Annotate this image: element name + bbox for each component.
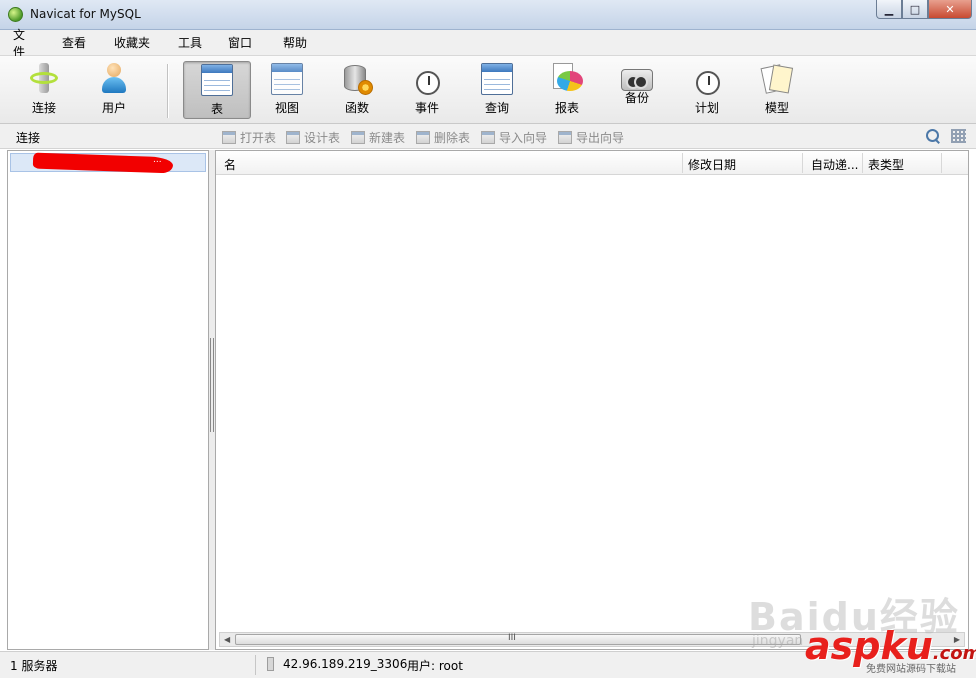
event-icon	[411, 63, 443, 95]
user-button[interactable]: 用户	[80, 61, 148, 119]
function-button[interactable]: 函数	[323, 61, 391, 119]
column-divider[interactable]	[862, 153, 863, 173]
connect-label: 连接	[31, 101, 56, 115]
view-button[interactable]: 视图	[253, 61, 321, 119]
scrollbar-thumb[interactable]: III	[235, 633, 801, 645]
backup-icon	[621, 69, 653, 91]
export-wizard-icon	[558, 131, 572, 144]
window-title: Navicat for MySQL	[30, 7, 141, 21]
object-toolbar: 连接 打开表 设计表 新建表 删除表 导入向导 导出向导	[0, 124, 976, 149]
design-table-icon	[286, 131, 300, 144]
server-status-icon	[267, 657, 274, 671]
search-icon[interactable]	[926, 129, 939, 142]
model-button[interactable]: 模型	[743, 61, 811, 119]
function-icon	[341, 63, 373, 95]
object-list[interactable]: 名 修改日期 自动递... 表类型 ◀ III ▶	[215, 150, 969, 650]
jingyan-watermark: jingyan	[752, 633, 804, 649]
column-divider[interactable]	[682, 153, 683, 173]
scroll-left-arrow[interactable]: ◀	[224, 635, 230, 644]
connections-pane-label: 连接	[16, 131, 41, 145]
minimize-button[interactable]: ▁	[876, 0, 902, 19]
delete-table-icon	[416, 131, 430, 144]
event-label: 事件	[414, 101, 439, 115]
table-icon	[201, 64, 233, 96]
column-header-table-type[interactable]: 表类型	[868, 156, 904, 173]
event-button[interactable]: 事件	[393, 61, 461, 119]
connection-item[interactable]: ...	[10, 152, 206, 174]
status-host: 42.96.189.219_3306	[283, 657, 408, 671]
import-wizard-label: 导入向导	[499, 131, 548, 145]
import-wizard-icon	[481, 131, 495, 144]
title-bar: Navicat for MySQL ▁ □ ✕	[0, 0, 976, 30]
close-button[interactable]: ✕	[928, 0, 972, 19]
menu-favorites[interactable]: 收藏夹	[100, 34, 164, 51]
query-label: 查询	[484, 101, 509, 115]
status-divider	[255, 655, 256, 675]
user-icon	[98, 63, 130, 95]
delete-table-label: 删除表	[434, 131, 471, 145]
delete-table-button[interactable]: 删除表	[416, 129, 470, 146]
model-icon	[760, 63, 794, 95]
grid-view-icon[interactable]	[951, 129, 966, 143]
view-label: 视图	[274, 101, 299, 115]
column-divider[interactable]	[802, 153, 803, 173]
maximize-button[interactable]: □	[902, 0, 928, 19]
export-wizard-button[interactable]: 导出向导	[558, 129, 624, 146]
connection-name: ...	[153, 155, 162, 165]
open-table-icon	[222, 131, 236, 144]
report-button[interactable]: 报表	[533, 61, 601, 119]
import-wizard-button[interactable]: 导入向导	[481, 129, 547, 146]
open-table-label: 打开表	[240, 131, 277, 145]
window-controls: ▁ □ ✕	[876, 0, 972, 20]
query-icon	[481, 63, 513, 95]
toolbar-separator	[167, 64, 168, 118]
backup-button[interactable]: 备份	[603, 61, 671, 119]
navicat-app-icon	[8, 7, 23, 22]
column-divider[interactable]	[941, 153, 942, 173]
schedule-button[interactable]: 计划	[673, 61, 741, 119]
new-table-button[interactable]: 新建表	[351, 129, 405, 146]
menu-view[interactable]: 查看	[48, 34, 100, 51]
column-header-name[interactable]: 名	[224, 156, 236, 173]
schedule-label: 计划	[694, 101, 719, 115]
menu-file[interactable]: 文件	[0, 26, 48, 60]
splitter-grip[interactable]	[210, 338, 214, 432]
design-table-label: 设计表	[304, 131, 341, 145]
function-label: 函数	[344, 101, 369, 115]
view-icon	[271, 63, 303, 95]
report-icon	[551, 63, 583, 95]
menu-help[interactable]: 帮助	[269, 34, 319, 51]
model-label: 模型	[764, 101, 789, 115]
schedule-icon	[691, 63, 723, 95]
table-header: 名 修改日期 自动递... 表类型	[216, 151, 968, 175]
scroll-grip: III	[508, 633, 516, 643]
aspku-tagline: 免费网站源码下载站	[866, 664, 956, 675]
table-button[interactable]: 表	[183, 61, 251, 119]
menu-tools[interactable]: 工具	[164, 34, 214, 51]
main-toolbar: 连接 用户 表 视图 函数 事件 查询 报表 备份 计划 模型	[0, 56, 976, 124]
connection-tree[interactable]: ...	[7, 150, 209, 650]
report-label: 报表	[554, 101, 579, 115]
menu-bar: 文件 查看 收藏夹 工具 窗口 帮助	[0, 28, 976, 59]
column-header-auto-increment[interactable]: 自动递...	[811, 156, 858, 173]
menu-window[interactable]: 窗口	[214, 34, 269, 51]
user-label: 用户	[101, 101, 126, 115]
status-user: 用户: root	[407, 659, 463, 673]
table-label: 表	[210, 102, 223, 116]
connect-button[interactable]: 连接	[10, 61, 78, 119]
design-table-button[interactable]: 设计表	[286, 129, 340, 146]
export-wizard-label: 导出向导	[576, 131, 625, 145]
connect-icon	[28, 63, 60, 95]
query-button[interactable]: 查询	[463, 61, 531, 119]
column-header-modified[interactable]: 修改日期	[688, 156, 736, 173]
new-table-label: 新建表	[369, 131, 406, 145]
new-table-icon	[351, 131, 365, 144]
open-table-button[interactable]: 打开表	[222, 129, 276, 146]
backup-label: 备份	[624, 91, 649, 105]
server-count: 1 服务器	[10, 659, 58, 673]
